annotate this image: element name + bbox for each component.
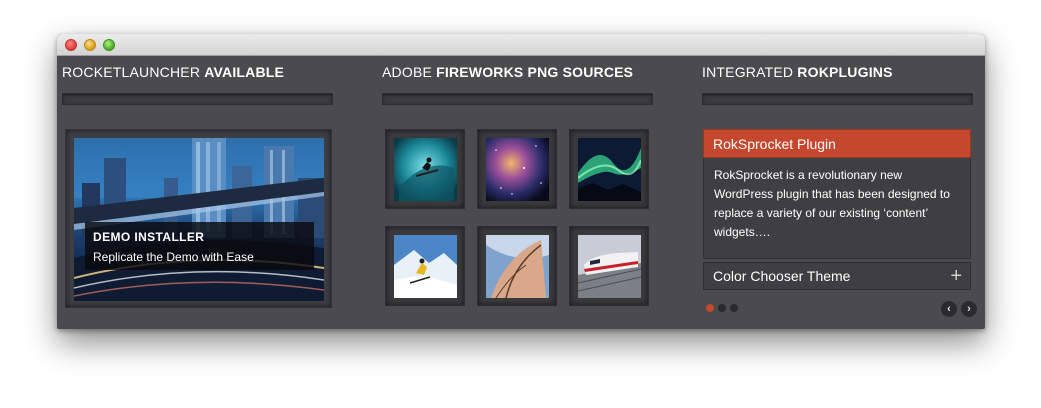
thumbnail-surfer[interactable]	[385, 129, 465, 209]
thumbnail-skier[interactable]	[385, 226, 465, 306]
heading-light-text: ROCKETLAUNCHER	[62, 64, 201, 80]
heading-light-text: ADOBE	[382, 64, 433, 80]
thumbnail-nebula[interactable]	[477, 129, 557, 209]
heading-divider	[62, 93, 333, 105]
thumbnail-train[interactable]	[569, 226, 649, 306]
pager-dot-1[interactable]	[706, 304, 714, 312]
slideshow-frame: DEMO INSTALLER Replicate the Demo with E…	[65, 129, 332, 308]
sailboat-image	[486, 235, 549, 298]
heading-divider	[382, 93, 653, 105]
heading-divider	[702, 93, 973, 105]
zoom-window-button[interactable]	[103, 39, 115, 51]
plus-icon[interactable]: +	[950, 264, 962, 288]
column-heading-rocketlauncher: ROCKETLAUNCHER AVAILABLE	[62, 64, 284, 80]
thumbnail-aurora[interactable]	[569, 129, 649, 209]
title-bar	[57, 34, 985, 56]
app-window: ROCKETLAUNCHER AVAILABLE ADOBE FIREWORKS…	[57, 34, 985, 329]
slide-subtitle: Replicate the Demo with Ease	[93, 250, 254, 264]
city-night-image[interactable]	[74, 138, 324, 301]
train-image	[578, 235, 641, 298]
skier-image	[394, 235, 457, 298]
column-heading-fireworks: ADOBE FIREWORKS PNG SOURCES	[382, 64, 633, 80]
column-heading-rokplugins: INTEGRATED ROKPLUGINS	[702, 64, 893, 80]
slide-title: DEMO INSTALLER	[93, 230, 205, 244]
nebula-image	[486, 138, 549, 201]
accordion-title: Color Chooser Theme	[713, 268, 851, 284]
accordion-body-text: RokSprocket is a revolutionary new WordP…	[714, 168, 950, 239]
accordion-title: RokSprocket Plugin	[713, 136, 836, 152]
heading-light-text: INTEGRATED	[702, 64, 794, 80]
minimize-window-button[interactable]	[84, 39, 96, 51]
accordion-header-roksprocket[interactable]: RokSprocket Plugin	[703, 129, 971, 158]
close-window-button[interactable]	[65, 39, 77, 51]
next-arrow-icon[interactable]: ›	[961, 301, 977, 317]
heading-bold-text: FIREWORKS PNG SOURCES	[436, 64, 634, 80]
thumbnail-sailboat[interactable]	[477, 226, 557, 306]
accordion-header-color-chooser[interactable]: Color Chooser Theme +	[703, 262, 971, 290]
aurora-image	[578, 138, 641, 201]
pager-dot-3[interactable]	[730, 304, 738, 312]
slide-caption: DEMO INSTALLER Replicate the Demo with E…	[85, 222, 314, 270]
previous-arrow-icon[interactable]: ‹	[941, 301, 957, 317]
pager-dot-2[interactable]	[718, 304, 726, 312]
heading-bold-text: AVAILABLE	[204, 64, 285, 80]
surfer-image	[394, 138, 457, 201]
heading-bold-text: ROKPLUGINS	[797, 64, 893, 80]
accordion-body-roksprocket: RokSprocket is a revolutionary new WordP…	[703, 158, 971, 259]
